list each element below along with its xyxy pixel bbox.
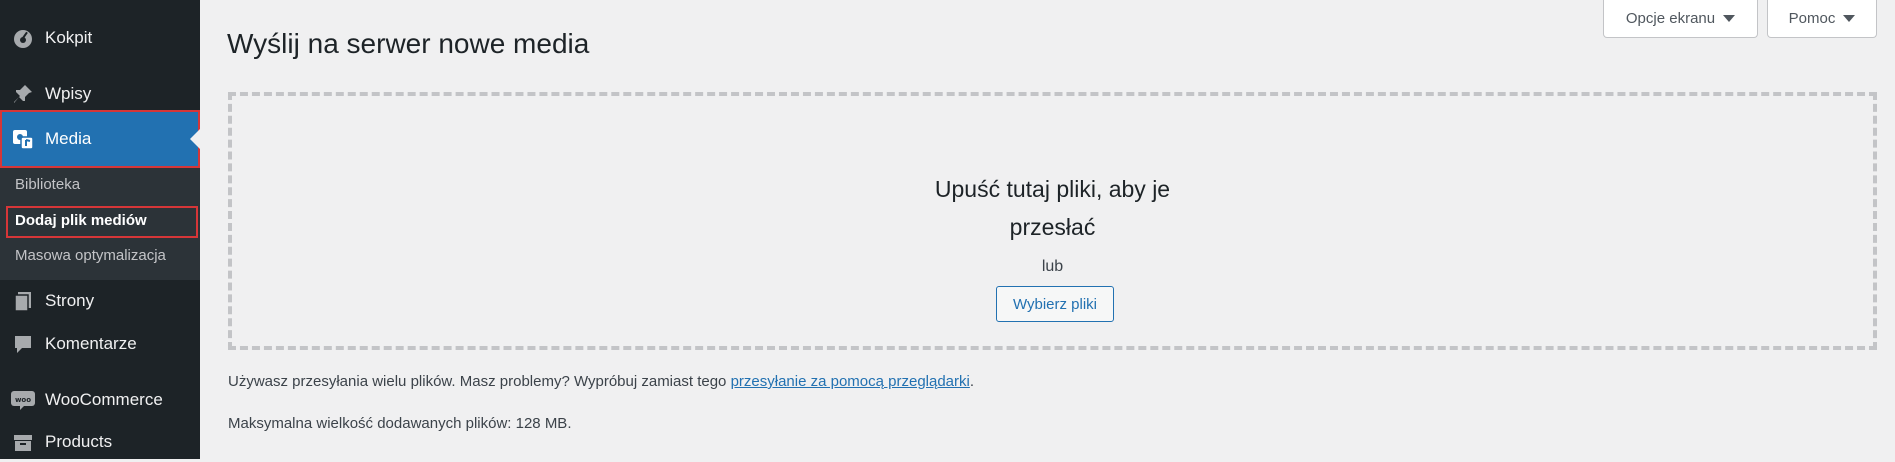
caret-down-icon xyxy=(1723,15,1736,22)
multi-upload-notice: Używasz przesyłania wielu plików. Masz p… xyxy=(228,373,974,390)
help-button[interactable]: Pomoc xyxy=(1767,0,1877,38)
sidebar-item-label: Kokpit xyxy=(45,28,93,47)
pin-icon xyxy=(11,82,35,106)
sidebar-item-strony[interactable]: Strony xyxy=(0,281,200,321)
woocommerce-icon: woo xyxy=(11,388,35,412)
drop-instructions-line1: Upuść tutaj pliki, aby je xyxy=(934,176,1171,202)
media-icon xyxy=(11,127,35,151)
browser-uploader-link[interactable]: przesyłanie za pomocą przeglądarki xyxy=(731,373,970,390)
drop-instructions-line2: przesłać xyxy=(1009,214,1096,240)
screen-options-button[interactable]: Opcje ekranu xyxy=(1603,0,1758,38)
sidebar-item-kokpit[interactable]: Kokpit xyxy=(0,18,200,58)
page-title: Wyślij na serwer nowe media xyxy=(227,28,590,59)
sidebar-item-media[interactable]: Media xyxy=(0,110,200,168)
help-label: Pomoc xyxy=(1788,10,1836,27)
max-upload-size: Maksymalna wielkość dodawanych plików: 1… xyxy=(228,415,572,432)
svg-text:woo: woo xyxy=(15,396,31,404)
sidebar-item-label: Products xyxy=(45,432,113,451)
submenu-item-biblioteka[interactable]: Biblioteka xyxy=(15,176,80,194)
caret-down-icon xyxy=(1843,15,1856,22)
select-files-button[interactable]: Wybierz pliki xyxy=(996,286,1114,322)
multi-upload-text: Używasz przesyłania wielu plików. Masz p… xyxy=(228,373,731,390)
admin-sidebar: Kokpit Wpisy Media Biblioteka Dodaj plik… xyxy=(0,0,200,459)
sidebar-item-products[interactable]: Products xyxy=(0,422,200,462)
sidebar-item-label: Komentarze xyxy=(45,334,137,353)
or-separator: lub xyxy=(1041,258,1064,275)
pages-icon xyxy=(11,289,35,313)
sidebar-item-label: Wpisy xyxy=(45,84,92,103)
sidebar-item-label: Media xyxy=(45,129,92,148)
period: . xyxy=(969,373,975,390)
active-indicator xyxy=(190,129,200,149)
sidebar-item-wpisy[interactable]: Wpisy xyxy=(0,74,200,114)
archive-icon xyxy=(11,430,35,454)
current-submenu-highlight xyxy=(6,206,198,238)
upload-drop-zone[interactable]: Upuść tutaj pliki, aby je przesłać lub W… xyxy=(228,92,1877,350)
sidebar-item-label: WooCommerce xyxy=(45,390,163,409)
screen-options-label: Opcje ekranu xyxy=(1625,10,1716,27)
sidebar-item-woocommerce[interactable]: woo WooCommerce xyxy=(0,380,200,420)
submenu-item-masowa-optymalizacja[interactable]: Masowa optymalizacja xyxy=(15,247,166,265)
sidebar-item-komentarze[interactable]: Komentarze xyxy=(0,324,200,364)
comment-icon xyxy=(11,332,35,356)
dashboard-icon xyxy=(11,26,35,50)
sidebar-item-label: Strony xyxy=(45,291,95,310)
